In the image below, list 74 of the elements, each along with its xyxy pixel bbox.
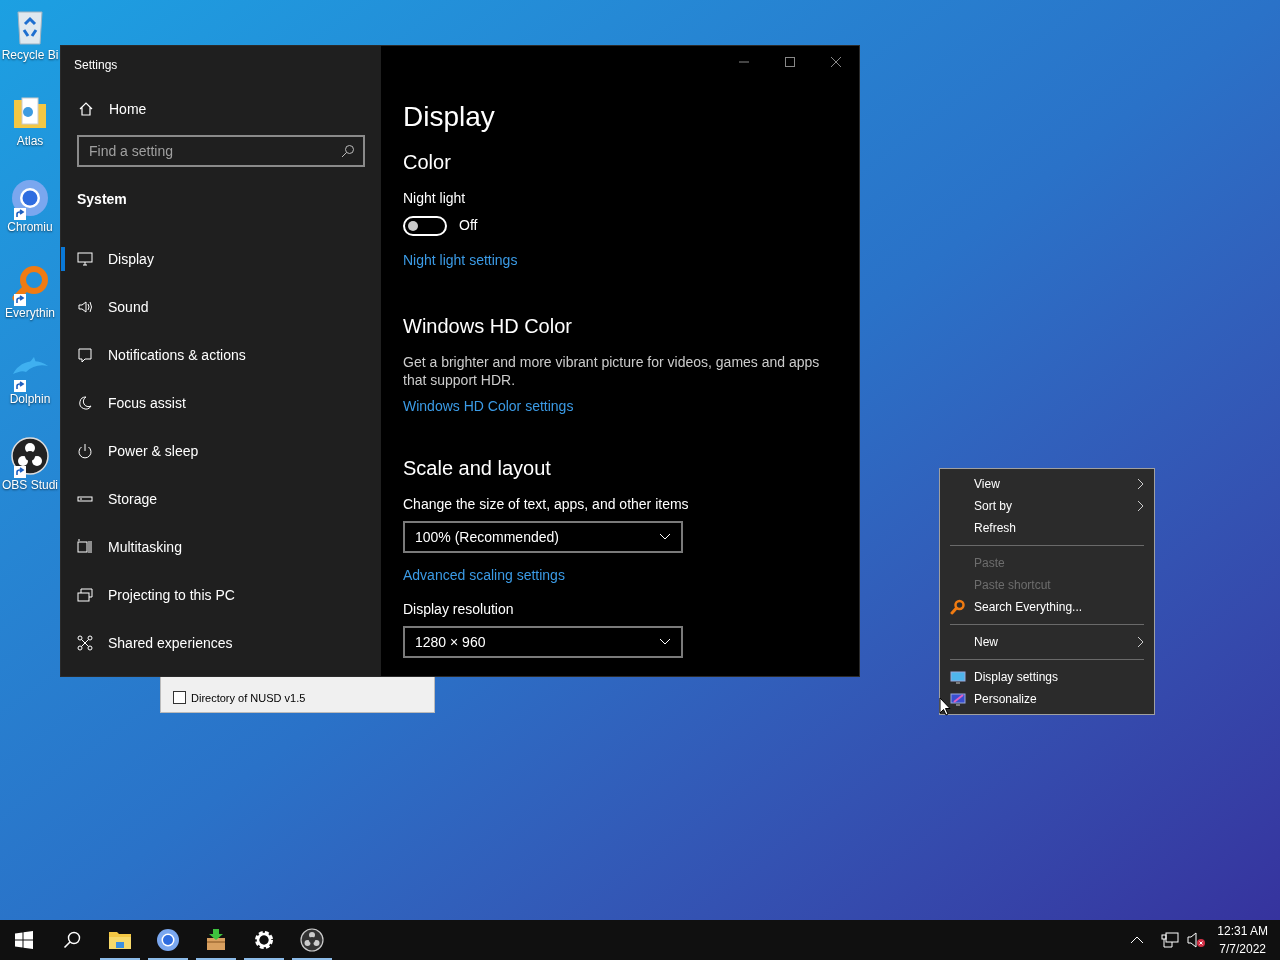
desktop-icon-label[interactable]: Dolphin [9, 392, 51, 407]
shortcut-arrow-icon [14, 294, 26, 306]
nav-item[interactable]: Storage [61, 475, 381, 523]
muted-speaker-icon[interactable] [1187, 932, 1206, 948]
nav-item[interactable]: Shared experiences [61, 619, 381, 667]
window-title: Settings [73, 57, 119, 74]
multitasking-icon [77, 539, 93, 555]
dropdown[interactable]: 100% (Recommended) [403, 521, 683, 553]
obs-icon[interactable] [10, 436, 50, 476]
package-download-icon [204, 928, 228, 952]
toggle-switch[interactable] [403, 215, 447, 236]
nav-item[interactable]: Projecting to this PC [61, 571, 381, 619]
menu-item[interactable]: Display settings [940, 666, 1154, 688]
checkbox-label: Directory of NUSD v1.5 [191, 690, 306, 706]
chromium-icon[interactable] [10, 178, 50, 218]
page-title: Display [403, 100, 496, 134]
gear-icon [252, 928, 276, 952]
notifications-icon [77, 347, 93, 363]
chevron-right-icon [1137, 500, 1144, 512]
desktop-icon-label[interactable]: OBS Studi [2, 478, 58, 493]
chevron-up-icon [1130, 936, 1145, 944]
clock[interactable]: 12:31 AM 7/7/2022 [1211, 922, 1274, 958]
toggle-state: Off [459, 216, 478, 235]
monitor-icon [950, 669, 966, 685]
monitor-brush-icon [950, 691, 966, 707]
chevron-down-icon [659, 533, 671, 541]
nav-item[interactable]: Focus assist [61, 379, 381, 427]
menu-item[interactable]: Refresh [940, 517, 1154, 539]
obs-icon [300, 928, 324, 952]
close-icon [831, 57, 841, 67]
shortcut-arrow-icon [14, 380, 26, 392]
shortcut-arrow-icon [14, 466, 26, 478]
chevron-down-icon [659, 638, 671, 646]
link[interactable]: Night light settings [403, 250, 518, 271]
home-icon [78, 101, 94, 117]
chevron-right-icon [1137, 478, 1144, 490]
home-nav-item[interactable]: Home [61, 86, 381, 132]
nav-item[interactable]: Notifications & actions [61, 331, 381, 379]
menu-item[interactable]: Sort by [940, 495, 1154, 517]
link[interactable]: Windows HD Color settings [403, 396, 574, 417]
network-icon[interactable] [1161, 932, 1180, 948]
chromium-icon [156, 928, 180, 952]
shortcut-arrow-icon [14, 208, 26, 220]
nav-item[interactable]: Sound [61, 283, 381, 331]
shared-icon [77, 635, 93, 651]
sound-icon [77, 299, 93, 315]
focus-icon [77, 395, 93, 411]
menu-item[interactable]: New [940, 631, 1154, 653]
nav-item[interactable]: Multitasking [61, 523, 381, 571]
dropdown[interactable]: 1280 × 960 [403, 626, 683, 658]
setting-label: Night light [403, 189, 467, 207]
link[interactable]: Advanced scaling settings [403, 565, 565, 586]
display-icon [77, 251, 93, 267]
menu-item[interactable]: Search Everything... [940, 596, 1154, 618]
search-field[interactable]: Find a setting [77, 135, 365, 167]
checkbox[interactable] [173, 691, 186, 705]
search-icon [341, 144, 355, 158]
windows-logo-icon [15, 931, 33, 949]
magnifier-icon [950, 599, 966, 615]
setting-label: Display resolution [403, 600, 515, 618]
menu-item[interactable]: View [940, 473, 1154, 495]
description-text: Get a brighter and more vibrant picture for videos, games and apps that support HDR. [403, 353, 821, 389]
nav-item[interactable]: Power & sleep [61, 427, 381, 475]
section-heading: Color [403, 150, 452, 175]
section-heading: Windows HD Color [403, 314, 573, 339]
maximize-icon [785, 57, 795, 67]
setting-label: Change the size of text, apps, and other items [403, 495, 690, 513]
section-heading: System [76, 190, 128, 209]
projecting-icon [77, 587, 93, 603]
search-icon [63, 931, 81, 949]
mouse-pointer-icon [939, 697, 951, 716]
power-icon [77, 443, 93, 459]
section-heading: Scale and layout [403, 456, 552, 481]
chevron-right-icon [1137, 636, 1144, 648]
